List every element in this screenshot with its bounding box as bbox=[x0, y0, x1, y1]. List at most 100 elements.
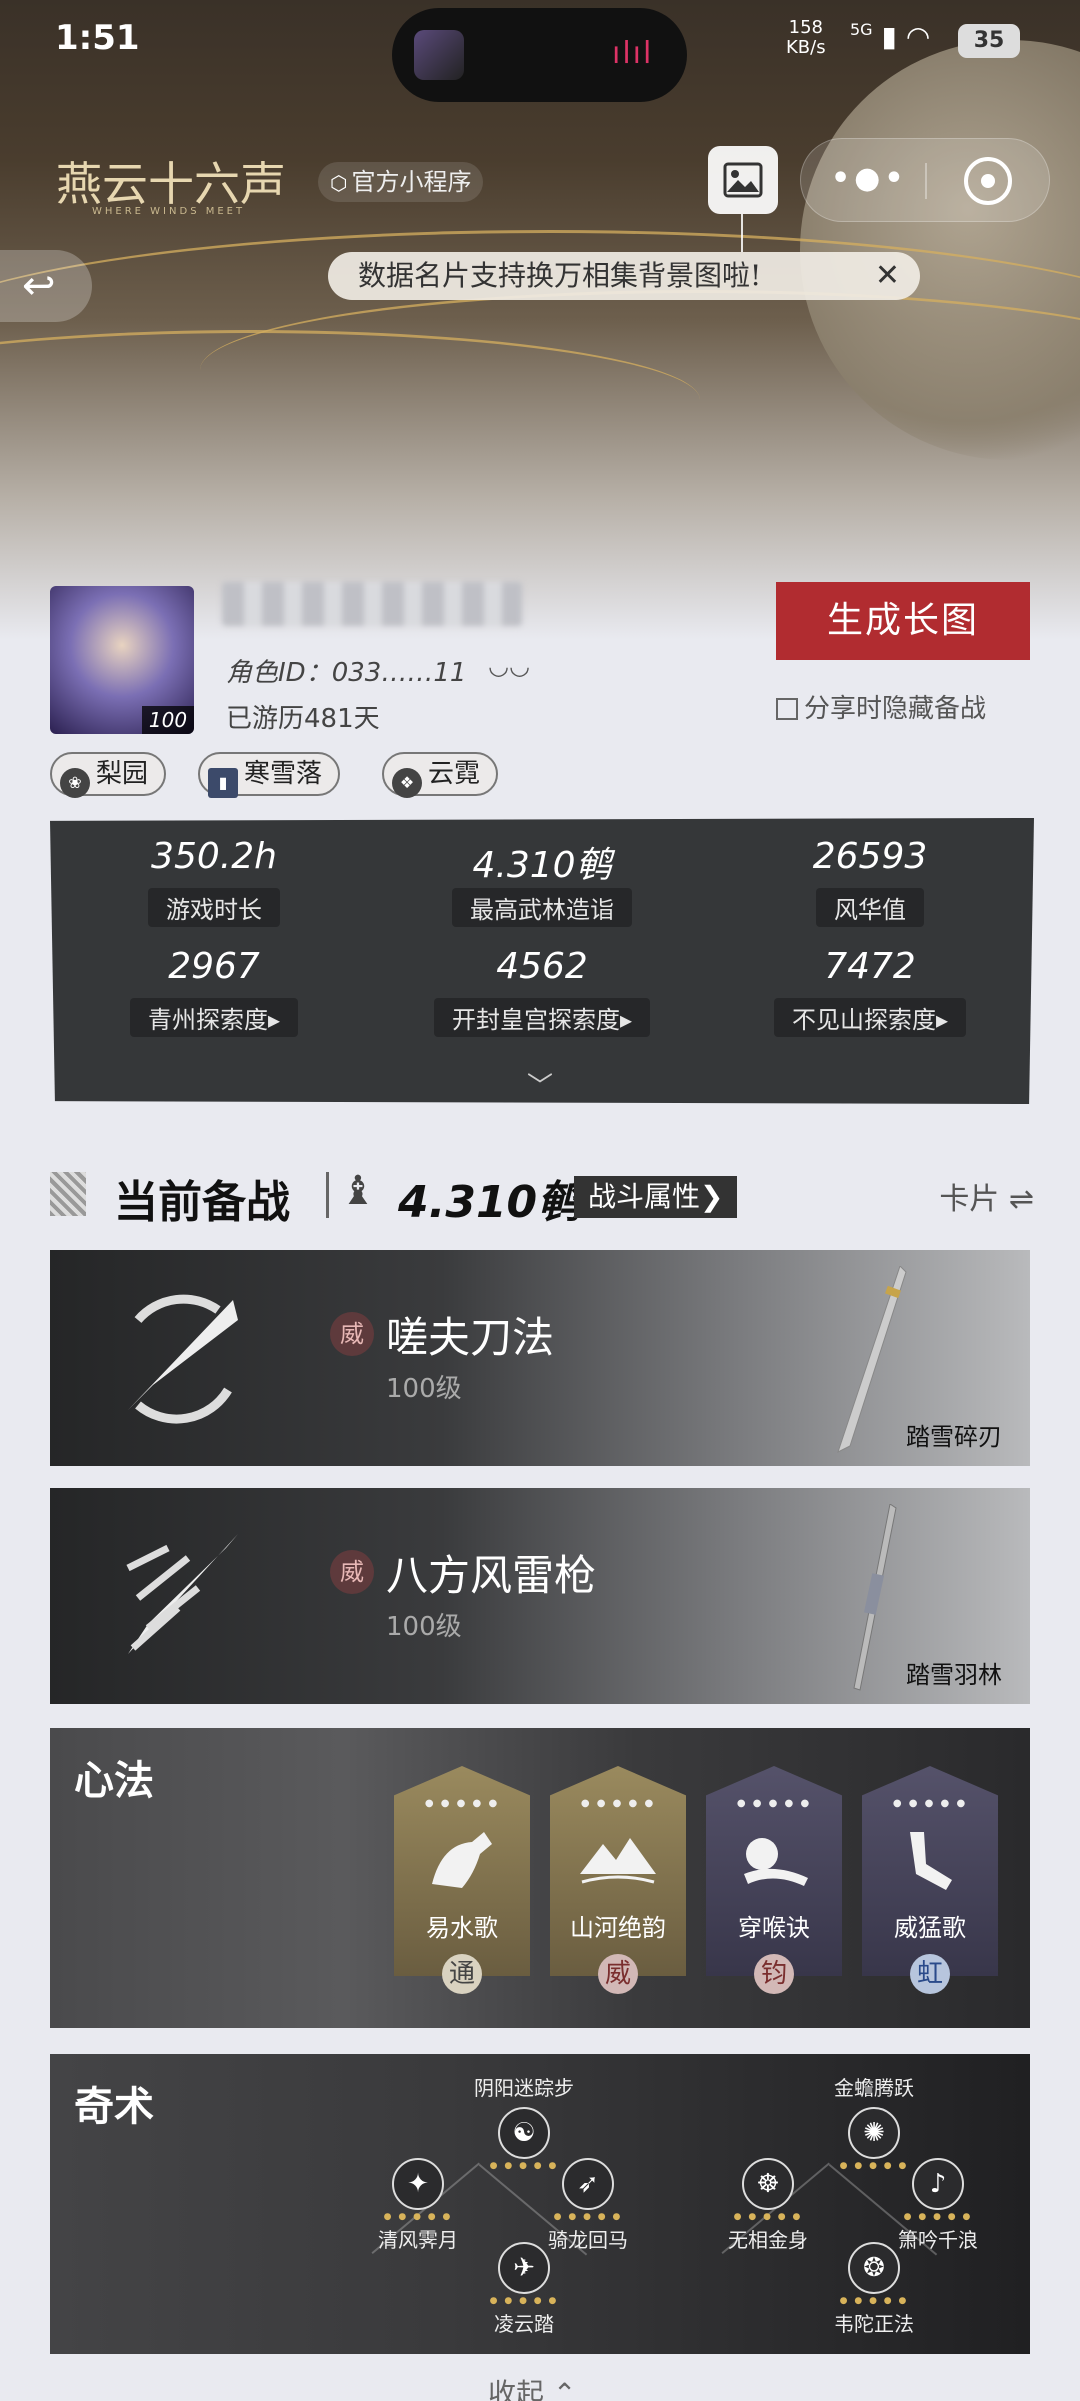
xinfa-card[interactable]: ● ● ● ● ● 易水歌 通 bbox=[394, 1766, 530, 1994]
chevron-down-icon[interactable]: ﹀ bbox=[527, 1066, 553, 1103]
qishu-panel: 奇术 阴阳迷踪步 ☯ ● ● ● ● ● ✦ ● ● ● ● ● 清风霁月 ➶ … bbox=[50, 2054, 1030, 2354]
stat-value: 26593 bbox=[812, 836, 928, 877]
qishu-node[interactable]: ❂ ● ● ● ● ● 韦陀正法 bbox=[794, 2242, 954, 2337]
signal-label: 5G bbox=[850, 20, 873, 39]
horse-icon bbox=[432, 1832, 492, 1888]
golden-body-icon: ☸ bbox=[742, 2158, 794, 2210]
xinfa-card[interactable]: ● ● ● ● ● 穿喉诀 钧 bbox=[706, 1766, 842, 1994]
stats-panel: 350.2h 游戏时长 4.310鹌 最高武林造诣 26593 风华值 2967… bbox=[50, 818, 1034, 1104]
hide-loadout-checkbox[interactable]: 分享时隐藏备战 bbox=[776, 688, 986, 725]
tag-yunni[interactable]: ❖ 云霓 bbox=[382, 752, 499, 798]
game-logo: 燕云十六声 bbox=[56, 157, 286, 211]
qishu-name: 阴阳迷踪步 bbox=[474, 2076, 574, 2100]
collapse-button[interactable]: 收起 ⌃ bbox=[488, 2372, 576, 2401]
qishu-node[interactable]: ✈ ● ● ● ● ● 凌云踏 bbox=[444, 2242, 604, 2337]
level-dots: ● ● ● ● ● bbox=[383, 2212, 453, 2222]
stat-label: 风华值 bbox=[706, 888, 1034, 927]
stat-label[interactable]: 开封皇宫探索度▸ bbox=[378, 998, 706, 1037]
network-speed: 158 KB/s bbox=[786, 17, 826, 58]
stat-label[interactable]: 不见山探索度▸ bbox=[706, 998, 1034, 1037]
level-dots: ● ● ● ● ● bbox=[553, 2212, 623, 2222]
qishu-name: 金蟾腾跃 bbox=[834, 2076, 914, 2100]
level-dots: ● ● ● ● ● bbox=[424, 1798, 500, 1809]
scroll-icon bbox=[744, 1838, 808, 1886]
weapon-card[interactable]: 威 嗟夫刀法 100级 踏雪碎刃 bbox=[50, 1250, 1030, 1466]
xinfa-card[interactable]: ● ● ● ● ● 威猛歌 虹 bbox=[862, 1766, 998, 1994]
weapon-card[interactable]: 威 八方风雷枪 100级 踏雪羽林 bbox=[50, 1488, 1030, 1704]
level-dots: ● ● ● ● ● bbox=[839, 2296, 909, 2306]
generate-long-image-button[interactable]: 生成长图 bbox=[776, 582, 1030, 660]
weapon-style-name: 嗟夫刀法 bbox=[386, 1313, 555, 1362]
tip-text: 数据名片支持换万相集背景图啦! bbox=[358, 259, 762, 292]
tag-label: 云霓 bbox=[428, 759, 481, 789]
tag-label: 寒雪落 bbox=[244, 759, 323, 789]
combat-attributes-button[interactable]: 战斗属性❯ bbox=[574, 1176, 738, 1218]
avatar[interactable]: 100 bbox=[50, 586, 194, 734]
signal-wifi-icons: 5G ▮ ◠ bbox=[850, 20, 930, 53]
stat-value: 7472 bbox=[824, 946, 916, 987]
divider bbox=[326, 1172, 329, 1218]
stat-value: 4.310鹌 bbox=[472, 845, 612, 886]
back-button[interactable]: ↩ bbox=[0, 250, 92, 322]
tag-label: 梨园 bbox=[96, 759, 149, 789]
image-icon bbox=[723, 162, 763, 198]
xinfa-seal: 通 bbox=[442, 1954, 482, 1994]
crossed-swords-icon: ✦ bbox=[392, 2158, 444, 2210]
tag-liyuan[interactable]: ❀ 梨园 bbox=[50, 752, 167, 798]
weapon-name: 踏雪碎刃 bbox=[906, 1423, 1002, 1451]
official-mini-program-badge[interactable]: 官方小程序 bbox=[318, 162, 484, 202]
hanxueluo-icon: ▮ bbox=[208, 768, 238, 798]
stat-value: 4562 bbox=[496, 946, 588, 987]
background-tip-banner: 数据名片支持换万相集背景图啦! ✕ bbox=[328, 252, 920, 300]
tag-hanxueluo[interactable]: ▮ 寒雪落 bbox=[198, 752, 341, 798]
xinfa-name: 威猛歌 bbox=[894, 1914, 966, 1942]
qishu-node[interactable]: ☸ ● ● ● ● ● 无相金身 bbox=[688, 2158, 848, 2253]
yin-yang-icon: ☯ bbox=[498, 2107, 550, 2159]
xinfa-seal: 钧 bbox=[754, 1954, 794, 1994]
qishu-node[interactable]: ♪ ● ● ● ● ● 箫吟千浪 bbox=[858, 2158, 1018, 2253]
hide-loadout-label: 分享时隐藏备战 bbox=[804, 694, 987, 724]
stat-label[interactable]: 青州探索度▸ bbox=[50, 998, 378, 1037]
xinfa-panel: 心法 ● ● ● ● ● 易水歌 通 ● ● ● ● ● 山河绝韵 威 ● ● … bbox=[50, 1728, 1030, 2028]
qishu-node[interactable]: ➶ ● ● ● ● ● 骑龙回马 bbox=[508, 2158, 668, 2253]
xinfa-seal: 虹 bbox=[910, 1954, 950, 1994]
goose-icon: ♝ bbox=[340, 1168, 376, 1214]
weapon-rank-badge: 威 bbox=[330, 1550, 374, 1594]
card-view-toggle[interactable]: 卡片 ⇌ bbox=[939, 1174, 1034, 1218]
player-name-blurred bbox=[222, 582, 522, 626]
change-background-button[interactable] bbox=[708, 146, 778, 214]
hidden-eye-icon[interactable]: ◡◡ bbox=[488, 652, 530, 680]
signal-icon: ▮ bbox=[881, 20, 897, 53]
golden-toad-icon: ✺ bbox=[848, 2107, 900, 2159]
xinfa-seal: 威 bbox=[598, 1954, 638, 1994]
battery-indicator: 35 bbox=[958, 24, 1020, 58]
xinfa-name: 穿喉诀 bbox=[738, 1914, 810, 1942]
stat-value: 350.2h bbox=[151, 836, 277, 877]
wifi-icon: ◠ bbox=[905, 20, 931, 53]
back-arrow-icon: ↩ bbox=[22, 263, 56, 309]
spear-emblem-icon bbox=[126, 1534, 238, 1654]
xinfa-title: 心法 bbox=[74, 1757, 154, 1804]
close-icon[interactable]: ✕ bbox=[875, 252, 900, 300]
yunni-icon: ❖ bbox=[392, 768, 422, 798]
qishu-node[interactable]: ✦ ● ● ● ● ● 清风霁月 bbox=[338, 2158, 498, 2253]
level-dots: ● ● ● ● ● bbox=[489, 2296, 559, 2306]
level-dots: ● ● ● ● ● bbox=[580, 1798, 656, 1809]
stat-label[interactable]: 最高武林造诣 bbox=[378, 888, 706, 927]
level-dots: ● ● ● ● ● bbox=[736, 1798, 812, 1809]
stat-value: 2967 bbox=[168, 946, 260, 987]
stat-label: 游戏时长 bbox=[50, 888, 378, 927]
level-dots: ● ● ● ● ● bbox=[903, 2212, 973, 2222]
xinfa-card[interactable]: ● ● ● ● ● 山河绝韵 威 bbox=[550, 1766, 686, 1994]
loadout-icon bbox=[50, 1172, 86, 1216]
checkbox-icon[interactable] bbox=[776, 698, 798, 720]
more-icon[interactable]: •●• bbox=[831, 161, 908, 196]
status-time: 1:51 bbox=[55, 18, 140, 58]
vajra-icon: ❂ bbox=[848, 2242, 900, 2294]
sword-icon bbox=[837, 1266, 907, 1453]
arrow-icon: ➶ bbox=[562, 2158, 614, 2210]
flute-icon: ♪ bbox=[912, 2158, 964, 2210]
weapon-level: 100级 bbox=[386, 1612, 462, 1642]
game-logo-subtitle: WHERE WINDS MEET bbox=[92, 206, 246, 217]
close-program-icon[interactable] bbox=[964, 157, 1012, 205]
